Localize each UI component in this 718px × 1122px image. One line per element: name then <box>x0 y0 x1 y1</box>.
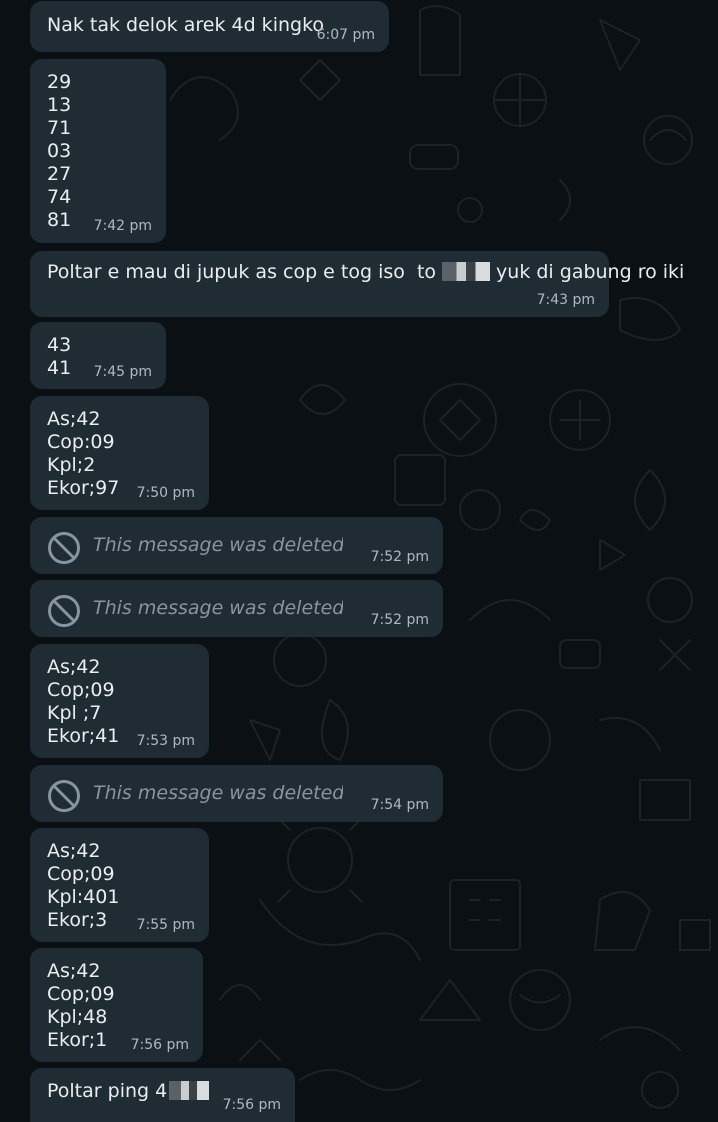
message-text-before: Poltar ping 4 <box>47 1080 168 1102</box>
redacted-image-icon <box>442 262 491 281</box>
message-bubble[interactable]: As;42 Cop:09 Kpl;2 Ekor;97 7:50 pm <box>30 396 209 510</box>
message-timestamp: 7:55 pm <box>136 917 195 933</box>
message-text: Nak tak delok arek 4d kingko <box>47 14 325 36</box>
message-bubble[interactable]: As;42 Cop;09 Kpl:401 Ekor;3 7:55 pm <box>30 828 209 942</box>
message-timestamp: 6:07 pm <box>316 27 375 43</box>
deleted-message-bubble[interactable]: This message was deleted 7:54 pm <box>30 765 443 822</box>
message-bubble[interactable]: As;42 Cop;09 Kpl ;7 Ekor;41 7:53 pm <box>30 644 209 758</box>
deleted-message-bubble[interactable]: This message was deleted 7:52 pm <box>30 580 443 637</box>
deleted-message-text: This message was deleted <box>93 534 343 556</box>
message-timestamp: 7:52 pm <box>370 549 429 565</box>
message-timestamp: 7:54 pm <box>370 797 429 813</box>
message-timestamp: 7:43 pm <box>536 292 595 308</box>
message-timestamp: 7:42 pm <box>93 218 152 234</box>
message-timestamp: 7:45 pm <box>93 364 152 380</box>
message-text-before: Poltar e mau di jupuk as cop e tog iso t… <box>47 261 437 283</box>
message-text: Poltar ping 4 <box>47 1080 215 1103</box>
message-timestamp: 7:50 pm <box>136 485 195 501</box>
message-timestamp: 7:53 pm <box>136 733 195 749</box>
message-bubble[interactable]: Poltar ping 4 7:56 pm <box>30 1068 295 1122</box>
deleted-message-text: This message was deleted <box>93 782 343 804</box>
deleted-ban-icon <box>48 595 80 627</box>
message-text: As;42 Cop:09 Kpl;2 Ekor;97 <box>47 408 120 499</box>
message-text: Poltar e mau di jupuk as cop e tog iso t… <box>47 261 684 284</box>
message-text: 43 41 <box>47 334 72 379</box>
message-text: As;42 Cop;09 Kpl ;7 Ekor;41 <box>47 656 120 747</box>
message-bubble[interactable]: Nak tak delok arek 4d kingko 6:07 pm <box>30 1 389 52</box>
deleted-message-text: This message was deleted <box>93 597 343 619</box>
message-text: 29 13 71 03 27 74 81 <box>47 71 72 231</box>
redacted-digits-icon <box>169 1081 210 1100</box>
message-timestamp: 7:52 pm <box>370 612 429 628</box>
message-timestamp: 7:56 pm <box>130 1037 189 1053</box>
deleted-ban-icon <box>48 780 80 812</box>
message-bubble[interactable]: Poltar e mau di jupuk as cop e tog iso t… <box>30 251 684 317</box>
message-bubble[interactable]: As;42 Cop;09 Kpl;48 Ekor;1 7:56 pm <box>30 948 203 1062</box>
message-text-after: yuk di gabung ro iki <box>496 261 685 283</box>
chat-area[interactable]: Nak tak delok arek 4d kingko 6:07 pm 29 … <box>0 0 718 1122</box>
message-text: As;42 Cop;09 Kpl:401 Ekor;3 <box>47 840 120 931</box>
message-bubble[interactable]: 43 41 7:45 pm <box>30 322 166 389</box>
deleted-ban-icon <box>48 532 80 564</box>
message-bubble[interactable]: 29 13 71 03 27 74 81 7:42 pm <box>30 59 166 243</box>
message-text: As;42 Cop;09 Kpl;48 Ekor;1 <box>47 960 115 1051</box>
message-timestamp: 7:56 pm <box>222 1097 281 1113</box>
deleted-message-bubble[interactable]: This message was deleted 7:52 pm <box>30 517 443 574</box>
